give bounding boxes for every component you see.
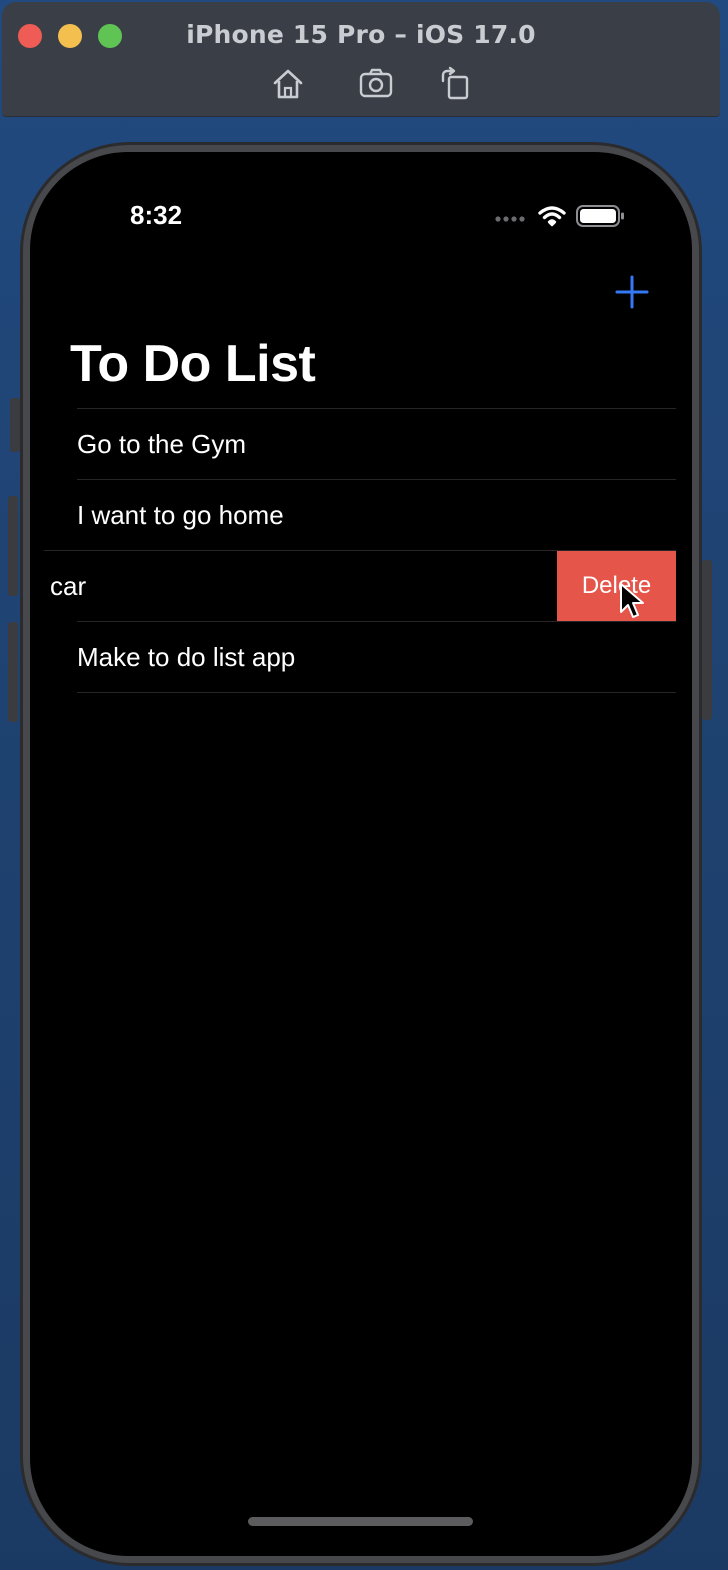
volume-down-button — [8, 622, 18, 722]
todo-row[interactable]: Go to the Gym — [77, 408, 676, 479]
status-indicators — [494, 204, 626, 228]
todo-row-swiped[interactable]: car Delete — [44, 550, 676, 621]
todo-text: Make to do list app — [77, 642, 296, 672]
volume-up-button — [8, 496, 18, 596]
page-title: To Do List — [70, 335, 316, 393]
battery-icon — [576, 205, 624, 227]
simulator-title-bar: iPhone 15 Pro – iOS 17.0 — [2, 2, 720, 117]
todo-row[interactable]: Make to do list app — [77, 621, 676, 693]
camera-icon[interactable] — [358, 66, 394, 102]
cellular-signal-icon — [495, 216, 525, 222]
todo-row[interactable]: I want to go home — [77, 479, 676, 550]
action-button — [10, 398, 20, 452]
power-button — [702, 560, 712, 720]
rotate-icon[interactable] — [438, 66, 474, 102]
wifi-icon — [538, 206, 566, 227]
status-time: 8:32 — [130, 200, 183, 230]
delete-button[interactable]: Delete — [557, 551, 676, 621]
home-icon[interactable] — [270, 66, 306, 102]
todo-text: car — [50, 571, 87, 601]
home-indicator[interactable] — [248, 1517, 473, 1526]
todo-text: I want to go home — [77, 500, 284, 530]
device-screen: 8:32 To Do List Go to the Gym I want to … — [30, 152, 692, 1556]
todo-list: Go to the Gym I want to go home car Dele… — [30, 408, 692, 693]
add-todo-button[interactable] — [614, 274, 650, 310]
mouse-pointer-icon — [620, 583, 644, 618]
window-title: iPhone 15 Pro – iOS 17.0 — [186, 20, 536, 49]
todo-text: Go to the Gym — [77, 429, 247, 459]
